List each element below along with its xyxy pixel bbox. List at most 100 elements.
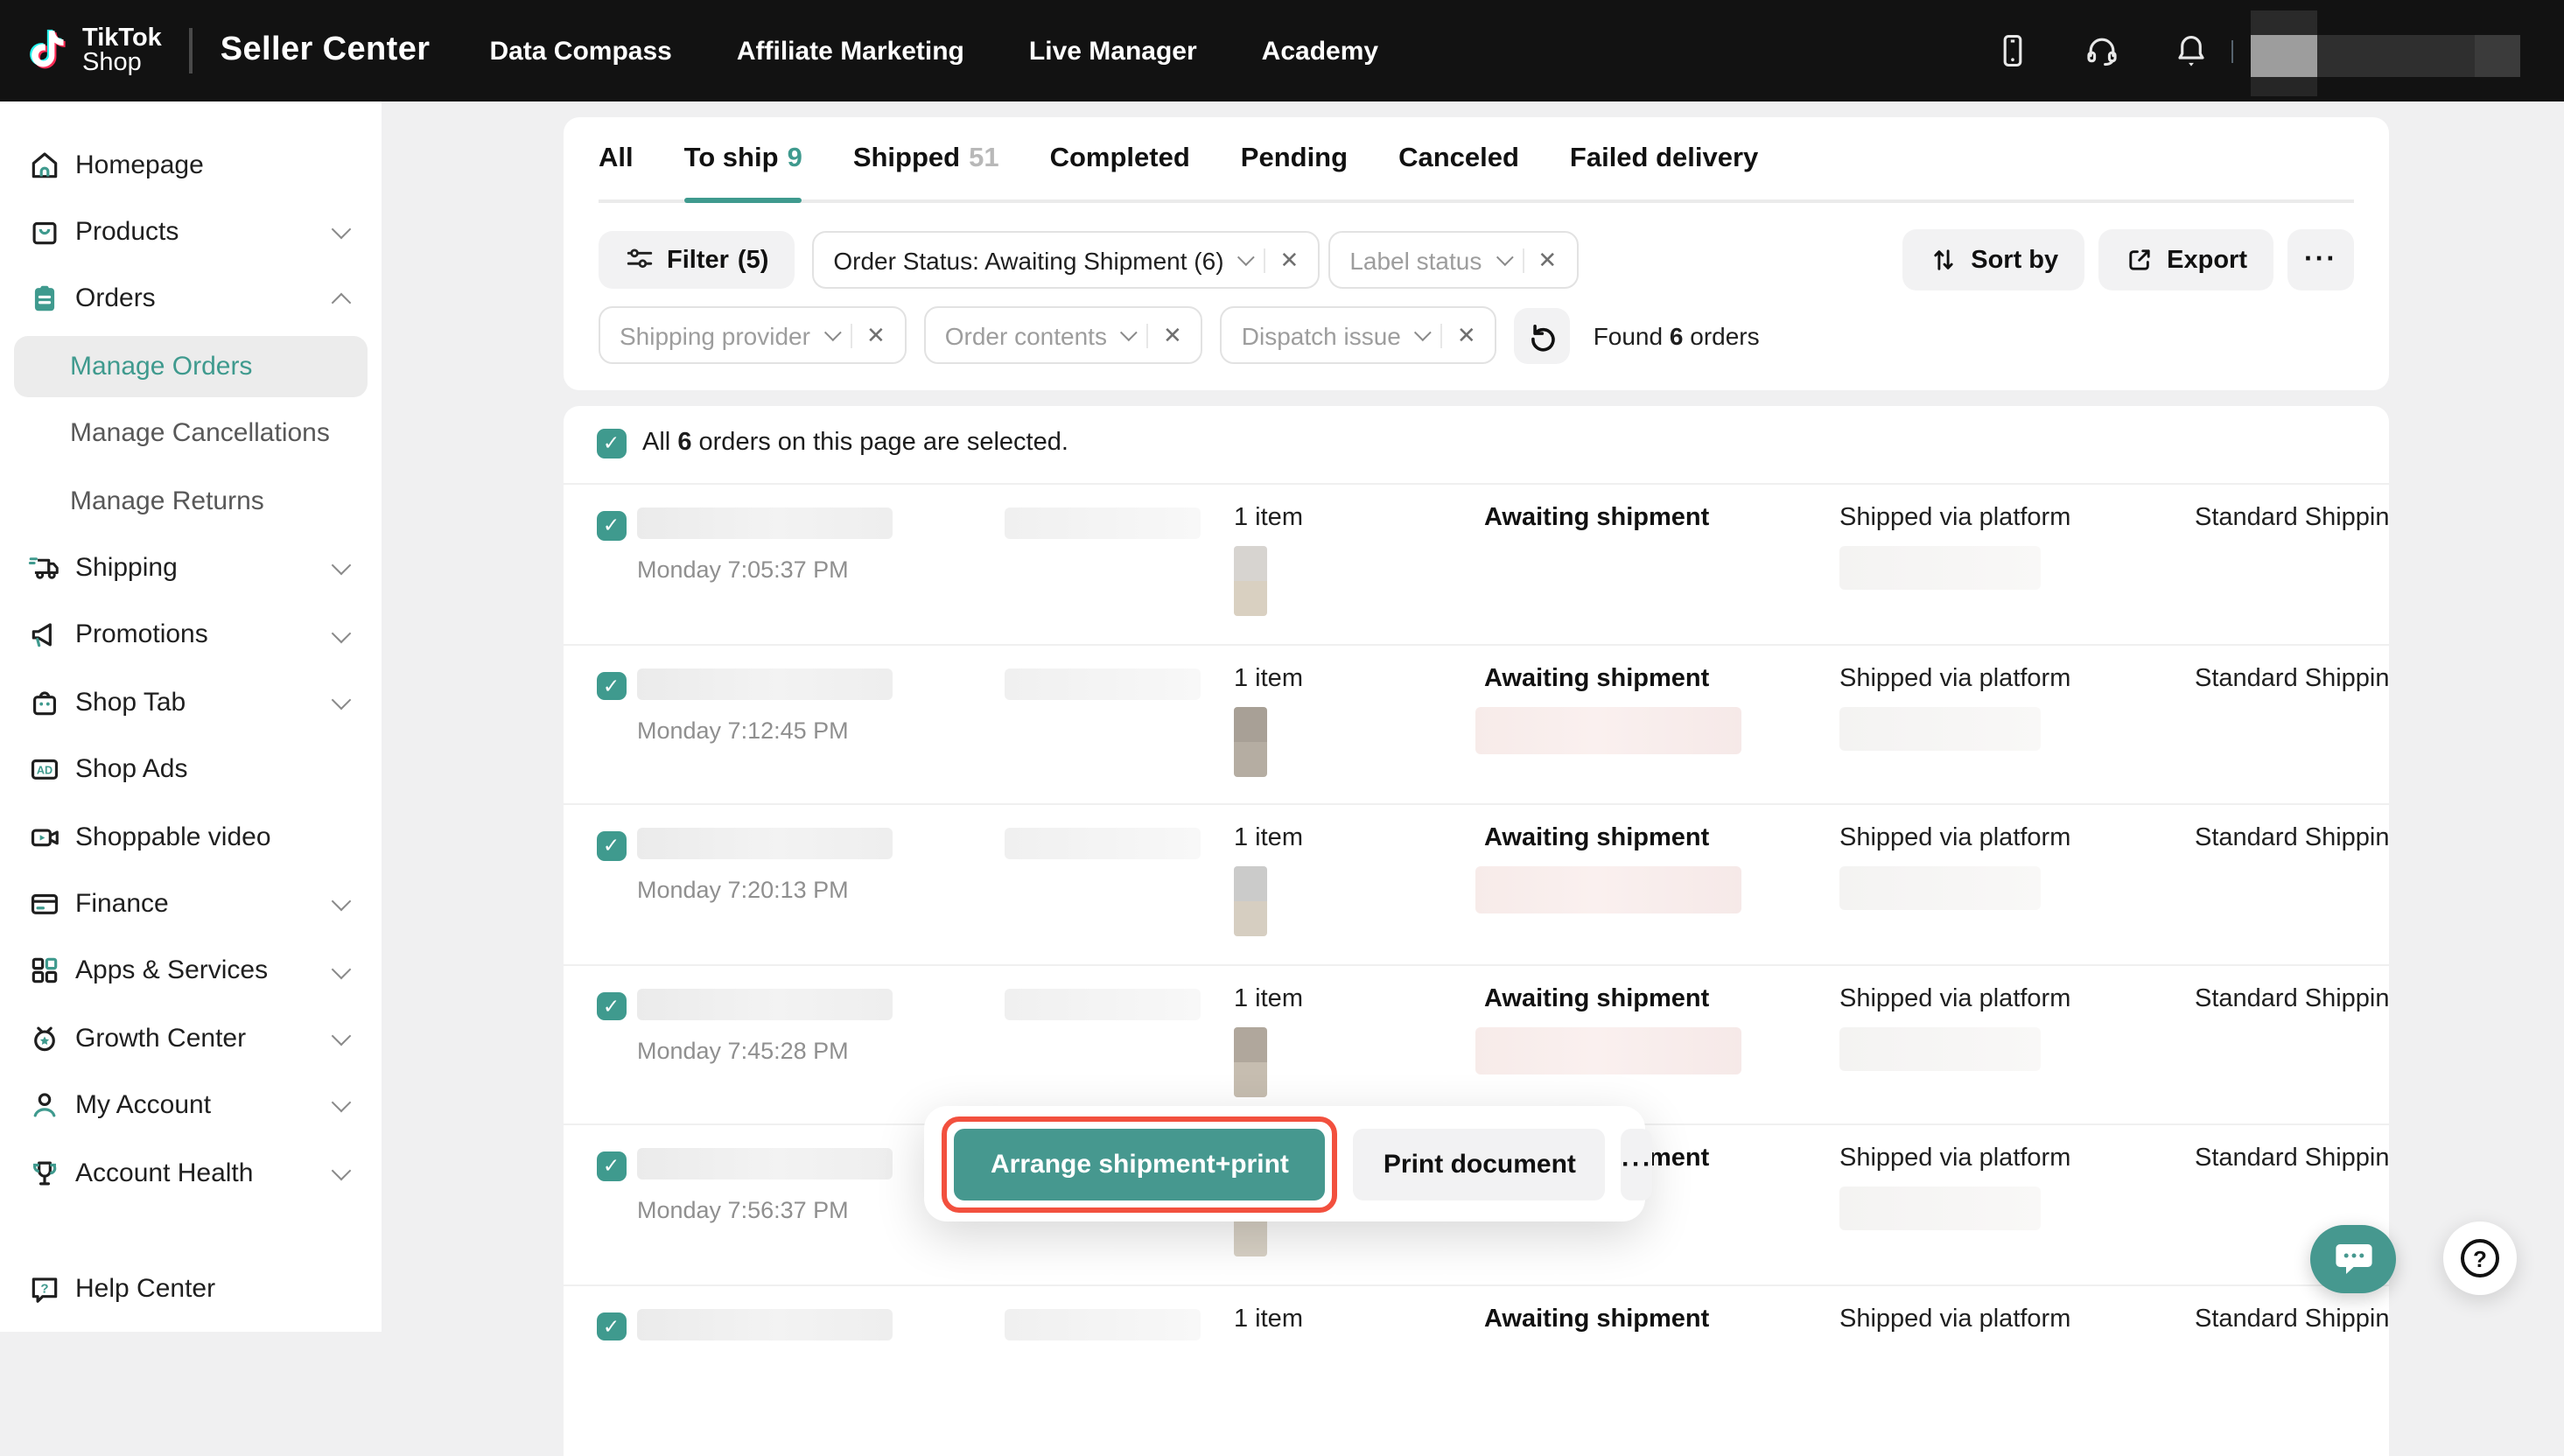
tiktok-logo-icon[interactable] <box>23 24 70 77</box>
chevron-down-icon[interactable] <box>1415 324 1433 341</box>
close-icon[interactable]: ✕ <box>1457 321 1476 349</box>
chevron-down-icon[interactable] <box>1121 324 1138 341</box>
order-checkbox[interactable]: ✓ <box>597 1152 626 1180</box>
tab-label: Shipped <box>853 143 960 174</box>
sidebar-item-shop-tab[interactable]: Shop Tab <box>0 668 382 736</box>
sidebar-item-homepage[interactable]: Homepage <box>0 131 382 199</box>
export-button[interactable]: Export <box>2098 229 2273 290</box>
reset-filters-button[interactable] <box>1515 307 1571 363</box>
more-actions-button[interactable]: ··· <box>2287 229 2354 290</box>
order-row[interactable]: ✓ Monday 7:05:37 PM 1 item Awaiting ship… <box>564 483 2389 643</box>
sidebar-item-manage-orders[interactable]: Manage Orders <box>14 336 368 397</box>
order-checkbox[interactable]: ✓ <box>597 1312 626 1340</box>
redacted-order-id <box>637 828 893 859</box>
sidebar-item-products[interactable]: Products <box>0 199 382 266</box>
close-icon[interactable]: ✕ <box>1538 246 1557 274</box>
redacted-product-name <box>1005 828 1201 859</box>
order-row[interactable]: ✓ Monday 7:45:28 PM 1 item Awaiting ship… <box>564 963 2389 1124</box>
item-count: 1 item <box>1234 984 1303 1012</box>
sidebar-item-help-center[interactable]: ? Help Center <box>0 1255 382 1322</box>
shipping-method: Shipped via platform <box>1839 1305 2070 1333</box>
found-count: 6 <box>1670 321 1684 349</box>
export-label: Export <box>2167 246 2247 274</box>
sidebar-label: Promotions <box>75 620 208 650</box>
tab-completed[interactable]: Completed <box>1050 117 1190 200</box>
chevron-down-icon <box>332 1094 352 1114</box>
print-document-button[interactable]: Print document <box>1354 1128 1606 1200</box>
mobile-app-icon[interactable] <box>1993 32 2031 70</box>
order-status: Awaiting shipment <box>1484 504 1709 532</box>
selection-text: All 6 orders on this page are selected. <box>642 429 1068 457</box>
close-icon[interactable]: ✕ <box>866 321 886 349</box>
sidebar-item-manage-returns[interactable]: Manage Returns <box>0 467 382 535</box>
chip-dispatch-issue[interactable]: Dispatch issue ✕ <box>1221 306 1497 364</box>
product-thumbnail <box>1234 706 1267 776</box>
nav-affiliate-marketing[interactable]: Affiliate Marketing <box>737 36 964 66</box>
check-icon: ✓ <box>603 1154 620 1179</box>
shipping-option: Standard Shipping <box>2195 824 2389 852</box>
sidebar-item-shoppable-video[interactable]: Shoppable video <box>0 803 382 871</box>
sidebar-item-finance[interactable]: Finance <box>0 871 382 938</box>
sidebar-item-manage-cancellations[interactable]: Manage Cancellations <box>0 400 382 467</box>
order-row[interactable]: ✓ Monday 7:12:45 PM 1 item Awaiting ship… <box>564 643 2389 803</box>
tiktok-shop-wordmark[interactable]: TikTok Shop <box>82 25 162 76</box>
select-all-checkbox[interactable]: ✓ <box>597 429 626 458</box>
sidebar-item-orders[interactable]: Orders <box>0 266 382 333</box>
sidebar-item-my-account[interactable]: My Account <box>0 1072 382 1139</box>
chat-support-button[interactable] <box>2310 1225 2396 1293</box>
product-thumbnail <box>1234 1026 1267 1096</box>
arrange-shipment-print-button[interactable]: Arrange shipment+print <box>954 1128 1326 1200</box>
sidebar-item-promotions[interactable]: Promotions <box>0 601 382 668</box>
order-checkbox[interactable]: ✓ <box>597 831 626 860</box>
redacted-product-name <box>1005 988 1201 1019</box>
order-time: Monday 7:12:45 PM <box>637 717 849 743</box>
tab-failed-delivery[interactable]: Failed delivery <box>1570 117 1758 200</box>
tab-canceled[interactable]: Canceled <box>1398 117 1519 200</box>
sort-by-button[interactable]: Sort by <box>1902 229 2084 290</box>
chip-label: Label status <box>1349 246 1482 274</box>
account-name-redacted[interactable] <box>2251 5 2520 96</box>
chip-divider <box>1147 323 1149 347</box>
logo-line1: TikTok <box>82 25 162 51</box>
tab-shipped[interactable]: Shipped51 <box>853 117 999 200</box>
nav-live-manager[interactable]: Live Manager <box>1029 36 1197 66</box>
thumb-bottom <box>1234 901 1267 936</box>
thumb-bottom <box>1234 1061 1267 1096</box>
redacted-address <box>1475 866 1741 914</box>
close-icon[interactable]: ✕ <box>1280 246 1300 274</box>
close-icon[interactable]: ✕ <box>1163 321 1182 349</box>
nav-academy[interactable]: Academy <box>1262 36 1378 66</box>
tab-to-ship[interactable]: To ship9 <box>684 117 802 200</box>
popup-more-button[interactable]: ··· <box>1622 1128 1653 1200</box>
chip-shipping-provider[interactable]: Shipping provider ✕ <box>599 306 907 364</box>
filter-button[interactable]: Filter (5) <box>599 231 795 289</box>
order-row[interactable]: ✓ Monday 7:20:13 PM 1 item Awaiting ship… <box>564 803 2389 963</box>
tab-all[interactable]: All <box>599 117 634 200</box>
chip-order-contents[interactable]: Order contents ✕ <box>924 306 1203 364</box>
sidebar-label: Apps & Services <box>75 956 268 986</box>
chip-order-status[interactable]: Order Status: Awaiting Shipment (6) ✕ <box>812 231 1320 289</box>
tab-pending[interactable]: Pending <box>1241 117 1348 200</box>
chip-label-status[interactable]: Label status ✕ <box>1328 231 1578 289</box>
orders-list-card: ✓ All 6 orders on this page are selected… <box>564 406 2389 1456</box>
sidebar-item-shipping[interactable]: Shipping <box>0 535 382 602</box>
check-icon: ✓ <box>603 1314 620 1339</box>
chevron-down-icon[interactable] <box>1496 248 1513 266</box>
order-checkbox[interactable]: ✓ <box>597 991 626 1020</box>
nav-data-compass[interactable]: Data Compass <box>489 36 671 66</box>
sidebar-item-account-health[interactable]: Account Health <box>0 1139 382 1207</box>
chevron-down-icon <box>332 220 352 240</box>
order-row[interactable]: ✓ 1 item Awaiting shipment Shipped via p… <box>564 1284 2389 1444</box>
order-checkbox[interactable]: ✓ <box>597 671 626 700</box>
chevron-down-icon <box>332 690 352 710</box>
chevron-down-icon[interactable] <box>824 324 842 341</box>
support-headset-icon[interactable] <box>2082 32 2120 70</box>
sidebar-item-apps-services[interactable]: Apps & Services <box>0 937 382 1004</box>
notification-bell-icon[interactable] <box>2171 32 2210 70</box>
item-count: 1 item <box>1234 1305 1303 1333</box>
sidebar-item-growth-center[interactable]: Growth Center <box>0 1004 382 1072</box>
help-button[interactable]: ? <box>2443 1222 2517 1295</box>
sidebar-item-shop-ads[interactable]: AD Shop Ads <box>0 736 382 803</box>
order-checkbox[interactable]: ✓ <box>597 511 626 540</box>
chevron-down-icon[interactable] <box>1237 248 1255 266</box>
